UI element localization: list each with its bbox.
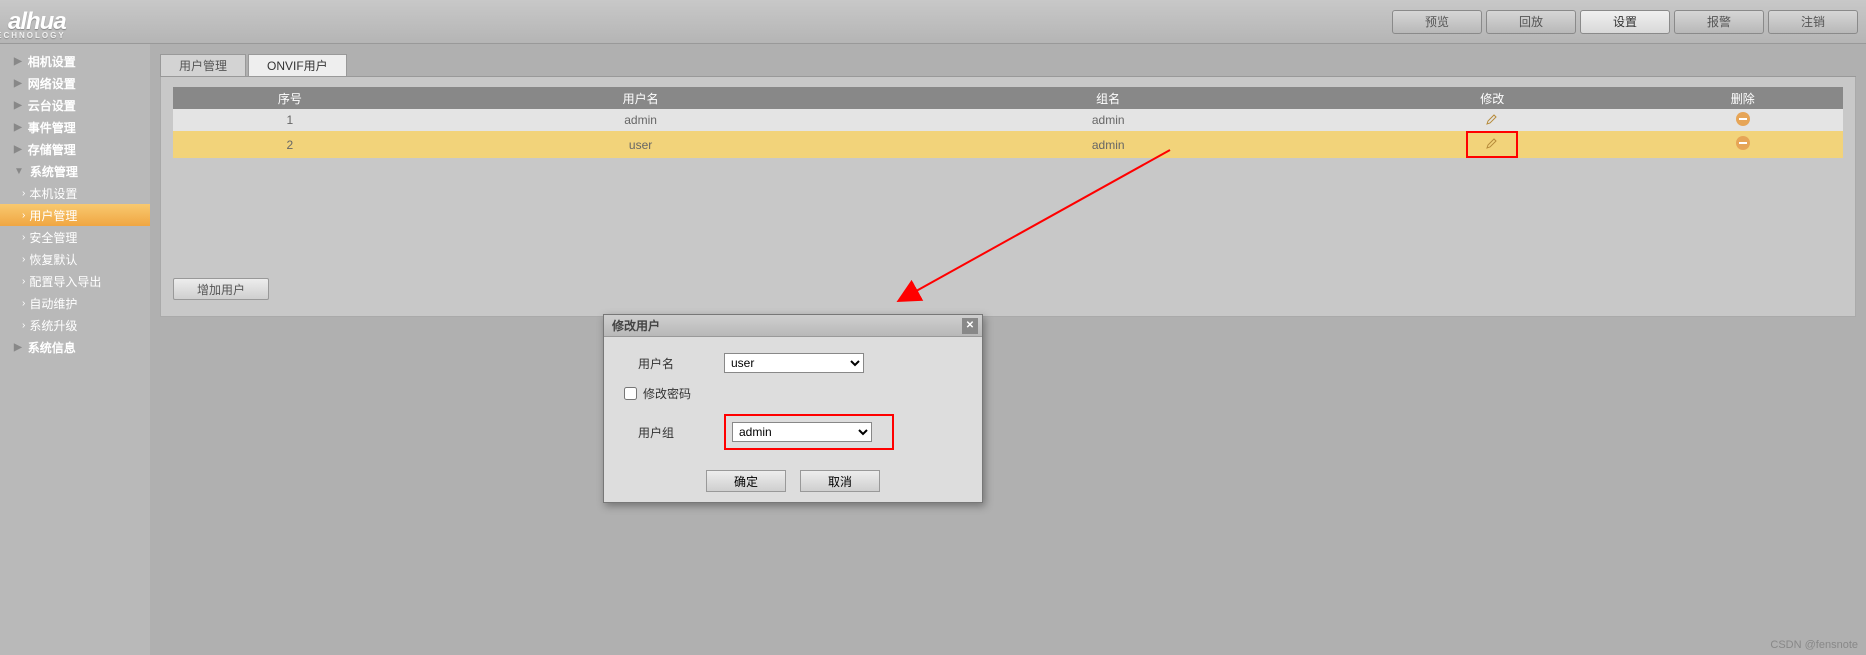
chevron-right-icon: ▶ [14, 144, 22, 155]
main-panel: 用户管理 ONVIF用户 序号 用户名 组名 修改 删除 1 admin adm… [150, 44, 1866, 655]
cell-group: admin [874, 131, 1342, 158]
modify-user-dialog: 修改用户 ✕ 用户名 user 修改密码 用户组 admin 确定 取消 [603, 314, 983, 503]
cell-no: 1 [173, 109, 407, 131]
ok-button[interactable]: 确定 [706, 470, 786, 492]
dialog-title-bar[interactable]: 修改用户 ✕ [604, 315, 982, 337]
chevron-right-icon: › [22, 298, 25, 309]
chevron-right-icon: › [22, 210, 25, 221]
col-delete: 删除 [1643, 87, 1843, 109]
sidebar-item-storage[interactable]: ▶ 存储管理 [0, 138, 150, 160]
sidebar-item-label: 存储管理 [28, 141, 76, 158]
annotation-highlight-edit [1466, 131, 1518, 158]
delete-icon[interactable] [1736, 112, 1750, 126]
cell-no: 2 [173, 131, 407, 158]
cell-user: user [407, 131, 875, 158]
sidebar-item-info[interactable]: ▶ 系统信息 [0, 336, 150, 358]
sidebar-item-network[interactable]: ▶ 网络设置 [0, 72, 150, 94]
nav-setup[interactable]: 设置 [1580, 10, 1670, 34]
tab-user-mgmt[interactable]: 用户管理 [160, 54, 246, 76]
sidebar-item-event[interactable]: ▶ 事件管理 [0, 116, 150, 138]
chevron-right-icon: › [22, 254, 25, 265]
sidebar-item-label: 相机设置 [28, 53, 76, 70]
chevron-right-icon: ▶ [14, 78, 22, 89]
header: alhua TECHNOLOGY 预览 回放 设置 报警 注销 [0, 0, 1866, 44]
col-group: 组名 [874, 87, 1342, 109]
sidebar-sub-upgrade[interactable]: › 系统升级 [0, 314, 150, 336]
table-row[interactable]: 1 admin admin [173, 109, 1843, 131]
sidebar-item-label: 本机设置 [29, 185, 77, 202]
sidebar-item-label: 云台设置 [28, 97, 76, 114]
table-empty [173, 158, 1843, 268]
chevron-down-icon: ▼ [14, 166, 24, 177]
nav-playback[interactable]: 回放 [1486, 10, 1576, 34]
col-edit: 修改 [1342, 87, 1643, 109]
brand-sub: TECHNOLOGY [0, 31, 66, 40]
cell-group: admin [874, 109, 1342, 131]
annotation-highlight-group: admin [724, 414, 894, 450]
sidebar-item-label: 系统信息 [28, 339, 76, 356]
chevron-right-icon: ▶ [14, 100, 22, 111]
chevron-right-icon: ▶ [14, 342, 22, 353]
sidebar: ▶ 相机设置 ▶ 网络设置 ▶ 云台设置 ▶ 事件管理 ▶ 存储管理 ▼ 系统管理 › 本机设… [0, 44, 150, 655]
sidebar-item-label: 配置导入导出 [29, 273, 101, 290]
chevron-right-icon: ▶ [14, 122, 22, 133]
user-table: 序号 用户名 组名 修改 删除 1 admin admin 2 user [173, 87, 1843, 268]
tab-onvif-user[interactable]: ONVIF用户 [248, 54, 347, 76]
close-icon[interactable]: ✕ [962, 318, 978, 334]
watermark: CSDN @fensnote [1770, 639, 1858, 651]
sidebar-item-system[interactable]: ▼ 系统管理 [0, 160, 150, 182]
sidebar-item-label: 系统升级 [29, 317, 77, 334]
sidebar-item-label: 用户管理 [29, 207, 77, 224]
cancel-button[interactable]: 取消 [800, 470, 880, 492]
brand-logo: alhua TECHNOLOGY [8, 8, 66, 36]
username-select[interactable]: user [724, 353, 864, 373]
table-row[interactable]: 2 user admin [173, 131, 1843, 158]
nav-alarm[interactable]: 报警 [1674, 10, 1764, 34]
col-user: 用户名 [407, 87, 875, 109]
sidebar-item-label: 事件管理 [28, 119, 76, 136]
chevron-right-icon: › [22, 276, 25, 287]
sidebar-sub-default[interactable]: › 恢复默认 [0, 248, 150, 270]
sidebar-item-label: 系统管理 [30, 163, 78, 180]
chevron-right-icon: › [22, 232, 25, 243]
username-label: 用户名 [614, 355, 724, 372]
add-user-button[interactable]: 增加用户 [173, 278, 269, 300]
modify-password-label: 修改密码 [643, 385, 691, 402]
sidebar-sub-automaint[interactable]: › 自动维护 [0, 292, 150, 314]
tab-bar: 用户管理 ONVIF用户 [160, 54, 1856, 77]
col-no: 序号 [173, 87, 407, 109]
sidebar-item-label: 网络设置 [28, 75, 76, 92]
top-nav: 预览 回放 设置 报警 注销 [1392, 10, 1858, 34]
group-select[interactable]: admin [732, 422, 872, 442]
dialog-body: 用户名 user 修改密码 用户组 admin 确定 取消 [604, 337, 982, 502]
sidebar-item-label: 恢复默认 [29, 251, 77, 268]
modify-password-checkbox[interactable] [624, 387, 637, 400]
delete-icon[interactable] [1736, 136, 1750, 150]
user-panel: 序号 用户名 组名 修改 删除 1 admin admin 2 user [160, 77, 1856, 317]
group-label: 用户组 [614, 424, 724, 441]
sidebar-sub-safety[interactable]: › 安全管理 [0, 226, 150, 248]
sidebar-sub-impexp[interactable]: › 配置导入导出 [0, 270, 150, 292]
sidebar-item-label: 自动维护 [29, 295, 77, 312]
sidebar-item-label: 安全管理 [29, 229, 77, 246]
pencil-icon[interactable] [1486, 137, 1498, 149]
cell-user: admin [407, 109, 875, 131]
nav-preview[interactable]: 预览 [1392, 10, 1482, 34]
chevron-right-icon: ▶ [14, 56, 22, 67]
pencil-icon[interactable] [1486, 113, 1498, 125]
chevron-right-icon: › [22, 188, 25, 199]
chevron-right-icon: › [22, 320, 25, 331]
sidebar-item-camera[interactable]: ▶ 相机设置 [0, 50, 150, 72]
sidebar-sub-general[interactable]: › 本机设置 [0, 182, 150, 204]
nav-logout[interactable]: 注销 [1768, 10, 1858, 34]
sidebar-item-ptz[interactable]: ▶ 云台设置 [0, 94, 150, 116]
dialog-title: 修改用户 [612, 317, 660, 334]
sidebar-sub-account[interactable]: › 用户管理 [0, 204, 150, 226]
